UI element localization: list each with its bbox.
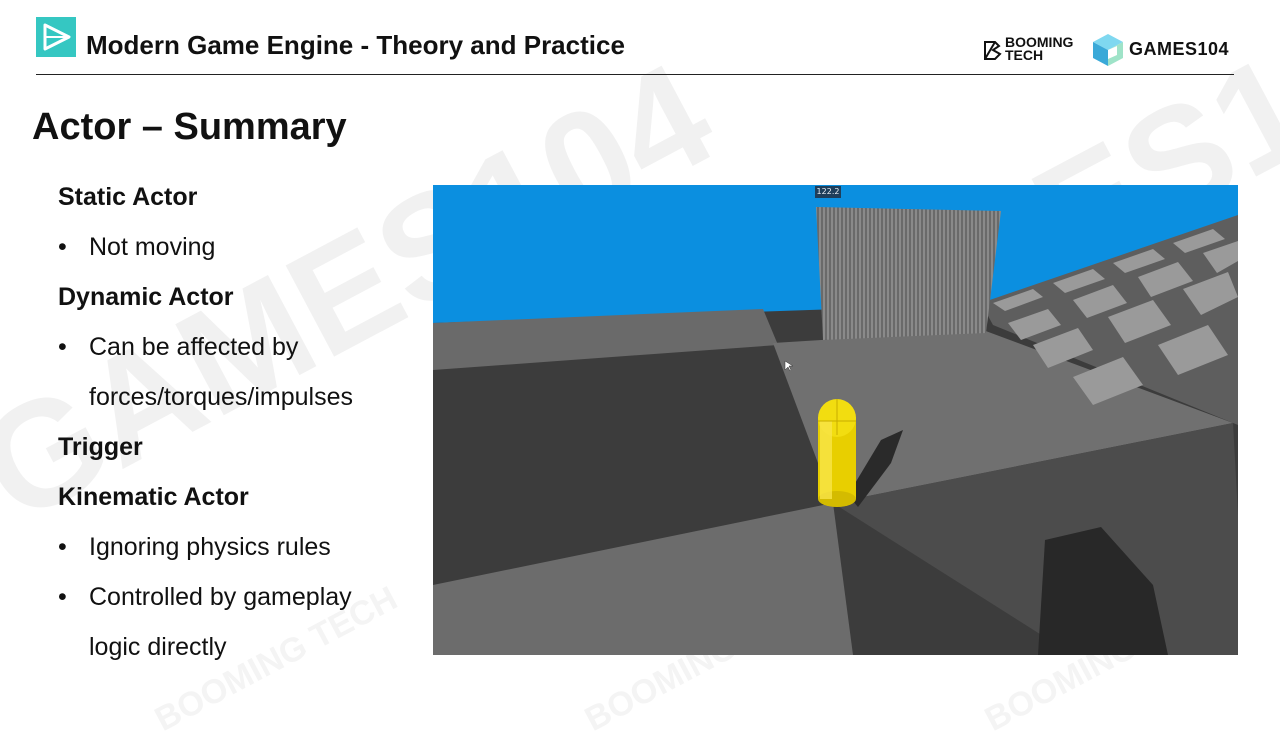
summary-list: Static Actor • Not moving Dynamic Actor •… [58, 180, 418, 680]
heading-static-actor: Static Actor [58, 183, 198, 211]
bullet-ignoring-physics: • Ignoring physics rules [58, 530, 418, 580]
heading-trigger: Trigger [58, 433, 143, 461]
slide-header: Modern Game Engine - Theory and Practice… [0, 0, 1280, 78]
booming-tech-mark-icon [984, 41, 1002, 60]
play-logo-icon [36, 17, 76, 57]
capsule-actor [818, 399, 856, 507]
heading-kinematic-actor: Kinematic Actor [58, 483, 249, 511]
physics-demo-screenshot: 122.2 [433, 185, 1238, 655]
bullet-continuation: forces/torques/impulses [89, 383, 354, 411]
wall [816, 207, 1001, 340]
course-title: Modern Game Engine - Theory and Practice [86, 30, 625, 60]
booming-tech-logo: BOOMING TECH [982, 35, 1082, 65]
bullet-controlled-by-gameplay: • Controlled by gameplay [58, 580, 418, 630]
bullet-continuation: logic directly [89, 633, 227, 661]
bullet-dot: • [58, 333, 67, 361]
bullet-dot: • [58, 583, 67, 611]
booming-tech-text: BOOMING TECH [1005, 34, 1074, 63]
header-divider [36, 74, 1234, 75]
bullet-not-moving: • Not moving [58, 230, 418, 280]
bullet-dot: • [58, 533, 67, 561]
bullet-dot: • [58, 233, 67, 261]
games104-text: GAMES104 [1129, 39, 1230, 59]
bullet-can-be-affected: • Can be affected by [58, 330, 418, 380]
fps-counter: 122.2 [815, 186, 841, 198]
heading-dynamic-actor: Dynamic Actor [58, 283, 234, 311]
games104-cube-icon [1093, 34, 1123, 66]
slide-title: Actor – Summary [32, 106, 347, 148]
